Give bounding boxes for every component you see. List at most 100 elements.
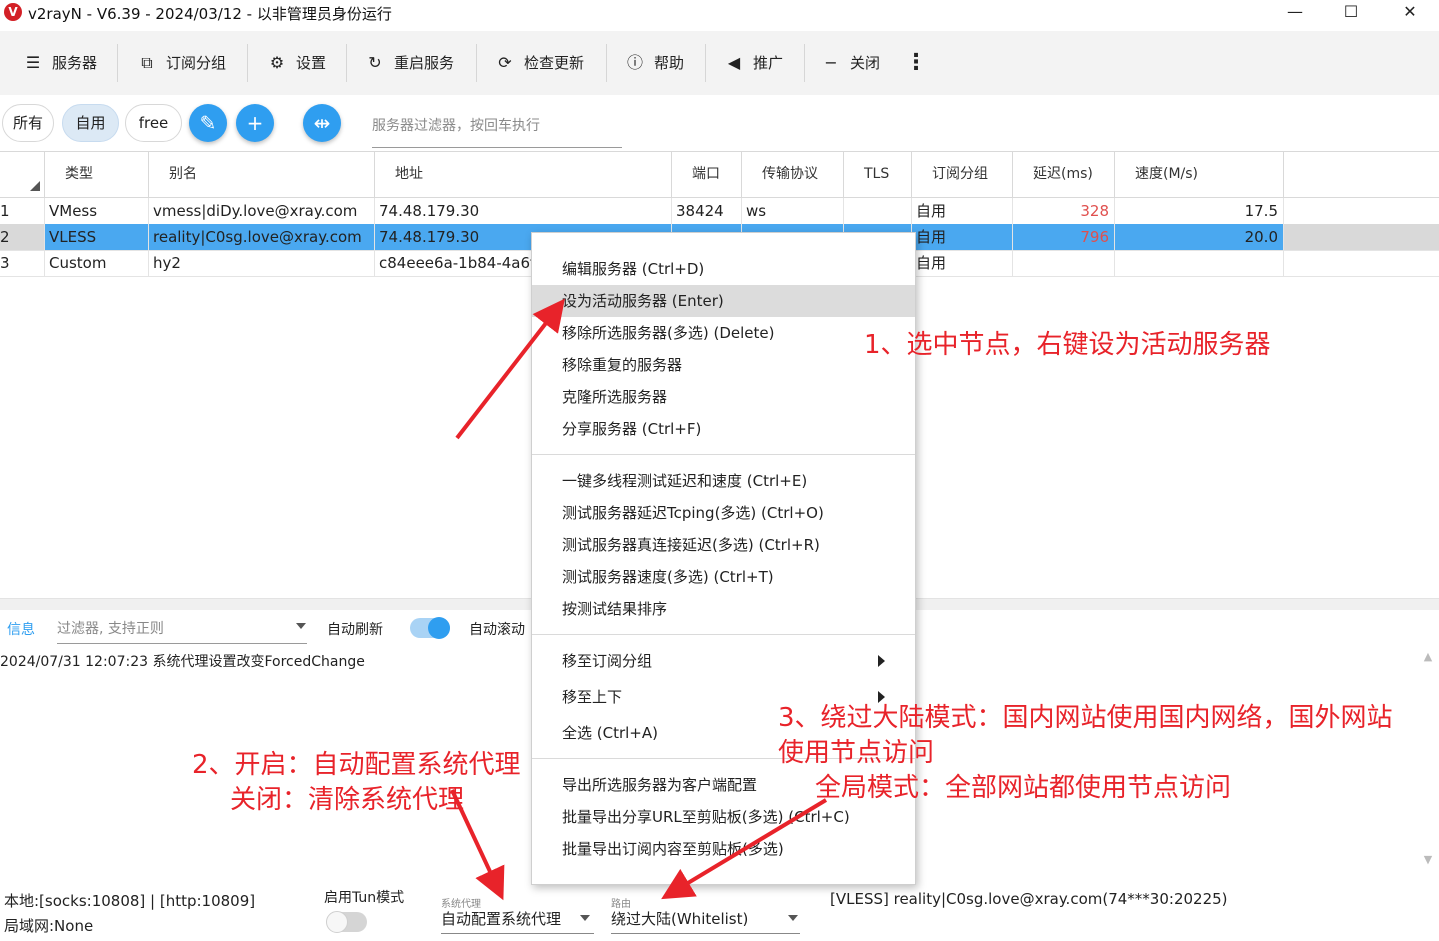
menu-item-share-server[interactable]: 分享服务器 (Ctrl+F) xyxy=(532,413,915,445)
cell-address: 74.48.179.30 xyxy=(379,202,480,220)
cell-subscription: 自用 xyxy=(916,254,947,272)
server-filter-input[interactable] xyxy=(372,104,622,148)
scroll-up-icon[interactable]: ▲ xyxy=(1418,650,1438,670)
menu-separator xyxy=(532,454,915,455)
subscription-icon: ⧉ xyxy=(141,53,153,72)
log-tab-info[interactable]: 信息 xyxy=(7,619,35,639)
cell-delay: 328 xyxy=(1080,202,1109,220)
toggle-knob xyxy=(428,617,450,639)
promote-label: 推广 xyxy=(753,54,784,72)
cell-network: ws xyxy=(746,202,767,220)
menu-item-test-all[interactable]: 一键多线程测试延迟和速度 (Ctrl+E) xyxy=(532,465,915,497)
chevron-down-icon[interactable] xyxy=(788,915,798,921)
column-divider xyxy=(1114,198,1115,276)
column-divider xyxy=(1283,198,1284,276)
menu-separator xyxy=(532,634,915,635)
cell-type: VMess xyxy=(49,202,98,220)
check-update-button[interactable]: ⟳ 检查更新 xyxy=(494,31,584,95)
chip-self[interactable]: 自用 xyxy=(62,104,119,142)
restart-label: 重启服务 xyxy=(394,54,455,72)
chevron-down-icon[interactable] xyxy=(296,623,306,629)
auto-refresh-toggle[interactable] xyxy=(410,617,450,639)
cell-alias: hy2 xyxy=(153,254,181,272)
menu-item-set-active-server[interactable]: 设为活动服务器 (Enter) xyxy=(532,285,915,317)
cell-type: Custom xyxy=(49,254,107,272)
menu-item-remove-duplicates[interactable]: 移除重复的服务器 xyxy=(532,349,915,381)
header-address[interactable]: 地址 xyxy=(375,151,672,198)
menu-item-remove-servers[interactable]: 移除所选服务器(多选) (Delete) xyxy=(532,317,915,349)
header-type[interactable]: 类型 xyxy=(45,151,149,198)
chip-free[interactable]: free xyxy=(125,104,182,142)
toolbar-divider xyxy=(346,44,347,82)
header-index-corner[interactable] xyxy=(0,151,45,198)
cell-alias: reality|C0sg.love@xray.com xyxy=(153,228,362,246)
menu-item-real-delay[interactable]: 测试服务器真连接延迟(多选) (Ctrl+R) xyxy=(532,529,915,561)
chip-all[interactable]: 所有 xyxy=(2,104,54,142)
cell-speed: 17.5 xyxy=(1244,202,1278,220)
menu-item-sort-by-result[interactable]: 按测试结果排序 xyxy=(532,593,915,625)
edit-subscription-button[interactable]: ✎ xyxy=(189,104,227,142)
routing-value: 绕过大陆(Whitelist) xyxy=(611,910,749,928)
cell-delay: 796 xyxy=(1080,228,1109,246)
promote-button[interactable]: ◀ 推广 xyxy=(723,31,783,95)
help-label: 帮助 xyxy=(654,54,685,72)
servers-button[interactable]: ☰ 服务器 xyxy=(22,31,97,95)
maximize-button[interactable]: ☐ xyxy=(1323,0,1379,26)
lan-status: 局域网:None xyxy=(4,917,94,935)
cell-subscription: 自用 xyxy=(916,202,947,220)
toolbar-divider xyxy=(804,44,805,82)
minimize-button[interactable]: — xyxy=(1267,0,1323,26)
toggle-knob xyxy=(326,911,348,933)
restart-icon: ↻ xyxy=(368,53,382,72)
header-speed[interactable]: 速度(M/s) xyxy=(1115,151,1284,198)
annotation-step2-line1: 2、开启：自动配置系统代理 xyxy=(192,750,521,780)
header-alias[interactable]: 别名 xyxy=(149,151,375,198)
row-index: 3 xyxy=(0,254,10,272)
header-delay[interactable]: 延迟(ms) xyxy=(1013,151,1115,198)
header-tls[interactable]: TLS xyxy=(844,151,912,198)
row-index: 1 xyxy=(0,202,10,220)
menu-item-speed-test[interactable]: 测试服务器速度(多选) (Ctrl+T) xyxy=(532,561,915,593)
subscription-button[interactable]: ⧉ 订阅分组 xyxy=(136,31,226,95)
chevron-down-icon[interactable] xyxy=(580,915,590,921)
settings-button[interactable]: ⚙ 设置 xyxy=(266,31,326,95)
local-ports-status: 本地:[socks:10808] | [http:10809] xyxy=(4,892,256,910)
app-logo-icon: V xyxy=(4,3,22,21)
split-view-button[interactable]: ⇹ xyxy=(303,104,341,142)
column-divider xyxy=(44,198,45,276)
menu-item-edit-server[interactable]: 编辑服务器 (Ctrl+D) xyxy=(532,253,915,285)
tun-mode-toggle[interactable] xyxy=(326,911,367,933)
header-network[interactable]: 传输协议 xyxy=(742,151,844,198)
plus-icon: + xyxy=(246,111,264,135)
toolbar-divider xyxy=(247,44,248,82)
routing-select[interactable]: 绕过大陆(Whitelist) xyxy=(611,906,800,934)
more-icon[interactable]: ⋮ xyxy=(905,31,927,95)
add-subscription-button[interactable]: + xyxy=(236,104,274,142)
scroll-down-icon[interactable]: ▼ xyxy=(1418,853,1438,873)
column-divider xyxy=(374,198,375,276)
menu-item-move-to-group[interactable]: 移至订阅分组 xyxy=(532,645,915,677)
pencil-icon: ✎ xyxy=(199,111,217,135)
header-port[interactable]: 端口 xyxy=(672,151,742,198)
annotation-step2-line2: 关闭：清除系统代理 xyxy=(230,785,465,815)
cell-speed: 20.0 xyxy=(1244,228,1278,246)
subscription-label: 订阅分组 xyxy=(166,54,227,72)
cell-type: VLESS xyxy=(49,228,97,246)
close-button[interactable]: − 关闭 xyxy=(820,31,880,95)
active-server-status: [VLESS] reality|C0sg.love@xray.com(74***… xyxy=(830,890,1228,908)
cell-port: 38424 xyxy=(676,202,724,220)
speaker-icon: ◀ xyxy=(727,53,741,72)
log-filter-input[interactable]: 过滤器, 支持正则 xyxy=(57,614,307,644)
close-window-button[interactable]: ✕ xyxy=(1382,0,1438,26)
menu-item-clone-server[interactable]: 克隆所选服务器 xyxy=(532,381,915,413)
toolbar-divider xyxy=(117,44,118,82)
menu-item-export-subscription[interactable]: 批量导出订阅内容至剪贴板(多选) xyxy=(532,833,915,865)
header-subscription[interactable]: 订阅分组 xyxy=(912,151,1013,198)
toolbar-divider xyxy=(705,44,706,82)
help-button[interactable]: ⓘ 帮助 xyxy=(624,31,684,95)
restart-button[interactable]: ↻ 重启服务 xyxy=(364,31,454,95)
annotation-step3-line2: 使用节点访问 xyxy=(778,738,935,768)
table-row[interactable]: 1 VMess vmess|diDy.love@xray.com 74.48.1… xyxy=(0,198,1284,224)
system-proxy-select[interactable]: 自动配置系统代理 xyxy=(441,906,594,934)
menu-item-tcping[interactable]: 测试服务器延迟Tcping(多选) (Ctrl+O) xyxy=(532,497,915,529)
